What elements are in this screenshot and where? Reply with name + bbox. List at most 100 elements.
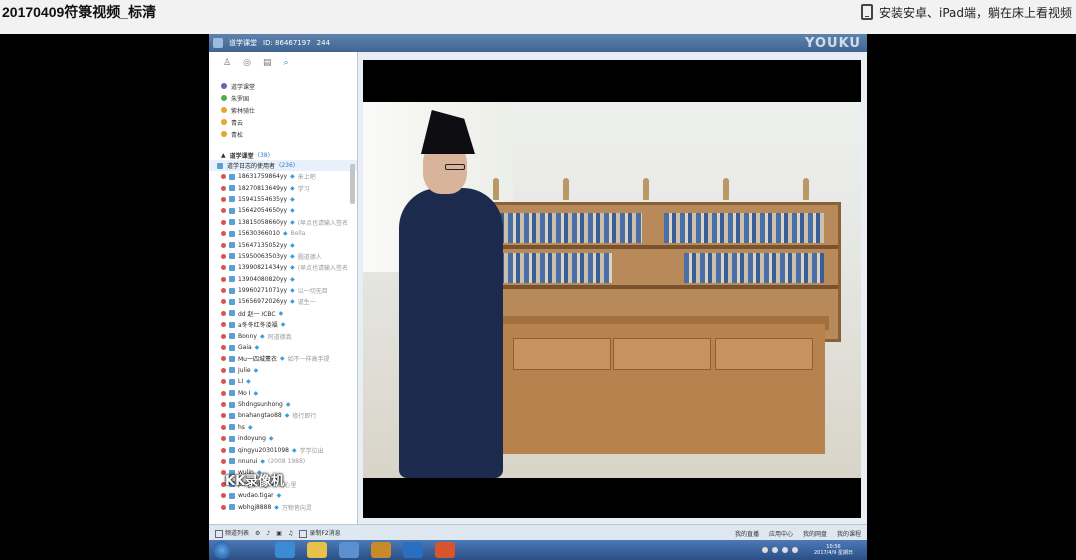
vip-gem-icon: ◆ — [291, 446, 297, 454]
tray-icon[interactable] — [781, 547, 788, 553]
member-item[interactable]: bnahangtao88 ◆ 修行即行 — [221, 410, 357, 421]
member-item[interactable]: Julie ◆ — [221, 365, 357, 376]
room-item[interactable]: 道学课堂 — [221, 80, 357, 92]
member-signature: Bella — [290, 230, 306, 238]
member-avatar-icon — [229, 367, 235, 374]
tray-icon[interactable] — [791, 547, 798, 553]
room-label: 青云 — [231, 119, 244, 127]
image-icon[interactable]: ▣ — [276, 530, 282, 537]
user-icon[interactable]: ♙ — [223, 58, 231, 68]
channel-list-button[interactable]: 频道列表 — [215, 528, 249, 538]
member-name: 15642054650yy — [238, 207, 288, 215]
video-player[interactable]: 道学课堂 ID: 86467197 244 YOUKU ♙ ◎ ▤ ⌕ 道学课堂… — [0, 34, 1076, 560]
member-item[interactable]: 15642054650yy ◆ — [221, 205, 357, 216]
member-item[interactable]: 18270813649yy ◆ 学习 — [221, 182, 357, 193]
folder-icon[interactable] — [307, 542, 327, 558]
video-title: 20170409符箓视频_标清 — [2, 4, 157, 20]
member-avatar-icon — [229, 401, 235, 408]
live-video-frame[interactable] — [363, 60, 861, 518]
member-name: Mo I — [238, 389, 251, 397]
record-button[interactable]: 录制F2消息 — [299, 528, 341, 538]
vip-gem-icon: ◆ — [290, 298, 295, 306]
member-avatar-icon — [229, 230, 235, 237]
member-item[interactable]: 15950063503yy ◆ 圆道德人 — [221, 251, 357, 262]
vip-gem-icon: ◆ — [253, 366, 259, 374]
location-icon[interactable]: ◎ — [243, 58, 251, 68]
member-item[interactable]: Bonny ◆ 阿道德真 — [221, 330, 357, 341]
member-item[interactable]: Mu一四城薰衣 ◆ 如不一样高手提 — [221, 353, 357, 364]
member-item[interactable]: indoyung ◆ — [221, 433, 357, 444]
room-item[interactable]: 紫林骑仕 — [221, 104, 357, 116]
toolbar-right-button[interactable]: 我的网盘 — [803, 529, 827, 538]
member-item[interactable]: hs ◆ — [221, 422, 357, 433]
recorder-icon[interactable] — [435, 542, 455, 558]
member-item[interactable]: qingyu20301098 ◆ 学学位出 — [221, 444, 357, 455]
member-item[interactable]: Shdngsunhong ◆ — [221, 399, 357, 410]
member-item[interactable]: nnurui ◆ (2008 1988) — [221, 456, 357, 467]
speaker-icon[interactable]: ♪ — [266, 530, 270, 537]
clock-date: 2017/4/9 星期日 — [813, 550, 853, 556]
app-icon[interactable] — [371, 542, 391, 558]
settings-icon[interactable]: ⚙ — [255, 530, 260, 537]
member-avatar-icon — [229, 298, 235, 305]
tray-icon[interactable] — [771, 547, 778, 553]
room-label: 紫林骑仕 — [231, 107, 256, 115]
room-item[interactable]: 青云 — [221, 116, 357, 128]
room-item[interactable]: 青松 — [221, 128, 357, 140]
toolbar-right-button[interactable]: 我的课程 — [837, 529, 861, 538]
member-item[interactable]: Mo I ◆ — [221, 387, 357, 398]
member-item[interactable]: wudao.tigar ◆ — [221, 490, 357, 501]
kk-icon[interactable] — [403, 542, 423, 558]
shelf-row — [484, 245, 838, 249]
books — [492, 253, 612, 283]
member-item[interactable]: 15941554635yy ◆ — [221, 194, 357, 205]
status-dot-icon — [221, 447, 226, 453]
status-dot-icon — [221, 379, 226, 385]
shelf-row — [484, 285, 838, 289]
member-signature: 来上吧 — [297, 174, 316, 182]
member-avatar-icon — [229, 458, 235, 465]
status-dot-icon — [221, 413, 226, 419]
sidebar-scrollbar[interactable] — [350, 164, 355, 204]
member-item[interactable]: LI ◆ — [221, 376, 357, 387]
app-window-titlebar: 道学课堂 ID: 86467197 244 YOUKU — [209, 34, 867, 52]
vip-gem-icon: ◆ — [290, 184, 295, 192]
member-item[interactable]: 18631759864yy ◆ 来上吧 — [221, 171, 357, 182]
ie-icon[interactable] — [275, 542, 295, 558]
member-signature: 圆道德人 — [297, 253, 322, 261]
music-icon[interactable]: ♫ — [288, 530, 293, 537]
list-icon[interactable]: ▤ — [263, 58, 272, 68]
member-item[interactable]: a冬冬红冬凌福 ◆ — [221, 319, 357, 330]
kk-recorder-watermark: KK录像机 — [225, 474, 285, 489]
books — [492, 213, 642, 243]
member-item[interactable]: 13815058660yy ◆ (早点也请输入签名 — [221, 217, 357, 228]
member-item[interactable]: 13990821434yy ◆ (早点也请输入签名 — [221, 262, 357, 273]
subgroup-label: 道学日志的使用者 — [227, 163, 276, 170]
status-dot-icon — [221, 504, 226, 510]
channel-group[interactable]: ▲ 道学课堂 (38) — [209, 150, 357, 160]
vip-gem-icon: ◆ — [290, 207, 295, 215]
start-button[interactable] — [213, 541, 231, 559]
member-subgroup[interactable]: 道学日志的使用者 (236) — [209, 160, 357, 171]
member-name: 15630366010 — [238, 230, 280, 238]
status-dot-icon — [221, 333, 226, 339]
app-download-link[interactable]: 安装安卓、iPad端，躺在床上看视频 — [860, 0, 1072, 24]
member-item[interactable]: 15656972026yy ◆ 道生一 — [221, 296, 357, 307]
toolbar-right-button[interactable]: 应用中心 — [769, 529, 793, 538]
member-item[interactable]: wbhgj8888 ◆ 万物皆向灵 — [221, 501, 357, 512]
member-item[interactable]: 15630366010 ◆ Bella — [221, 228, 357, 239]
room-item[interactable]: 朱罗国 — [221, 92, 357, 104]
group-icon — [217, 162, 223, 169]
room-label: 青松 — [231, 131, 244, 139]
toolbar-right-button[interactable]: 我的直播 — [735, 529, 759, 538]
media-icon[interactable] — [339, 542, 359, 558]
member-item[interactable]: 15647135052yy ◆ — [221, 239, 357, 250]
tray-icon[interactable] — [761, 547, 768, 553]
room-icon — [221, 95, 227, 101]
search-icon[interactable]: ⌕ — [283, 58, 288, 68]
member-item[interactable]: 19960271071yy ◆ 以一切无目 — [221, 285, 357, 296]
member-item[interactable]: Gaia ◆ — [221, 342, 357, 353]
member-item[interactable]: 13904080820yy ◆ — [221, 274, 357, 285]
member-item[interactable]: dd 赵一 ICBC ◆ — [221, 308, 357, 319]
vip-gem-icon: ◆ — [290, 275, 295, 283]
